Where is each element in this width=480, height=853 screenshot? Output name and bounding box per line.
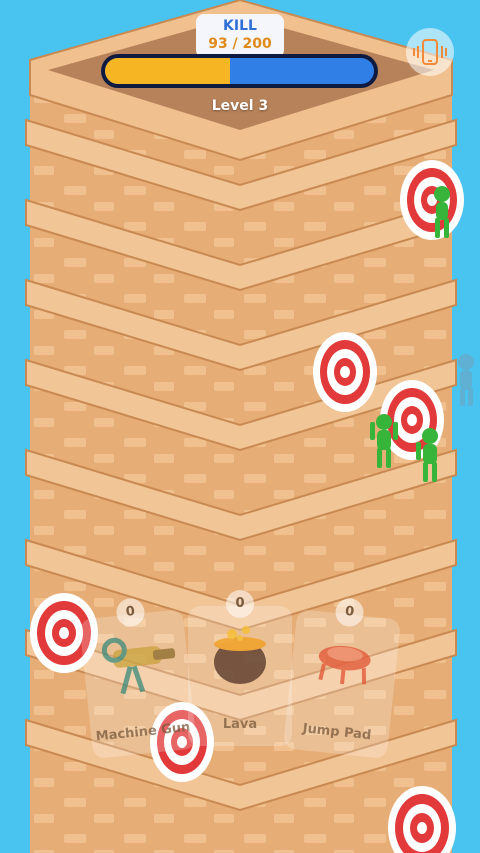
falling-enemy-ghost xyxy=(458,354,474,406)
kill-progress-track xyxy=(105,58,374,84)
wall-target xyxy=(400,160,464,240)
card-label: Lava xyxy=(222,717,258,732)
card-machine-gun[interactable]: 0 Machine Gun xyxy=(78,597,198,760)
kill-counter-panel: KILL 93 / 200 xyxy=(196,14,284,58)
kill-label: KILL xyxy=(223,18,257,34)
kill-progress-fill xyxy=(105,58,231,84)
card-jump-pad[interactable]: 0 Jump Pad xyxy=(282,597,402,760)
lava-cauldron-icon xyxy=(214,626,266,684)
vibration-toggle-button[interactable] xyxy=(406,28,454,76)
card-label: Jump Pad xyxy=(301,721,372,744)
kill-count: 93 / 200 xyxy=(208,36,272,52)
phone-vibrate-icon xyxy=(413,39,447,65)
card-lava[interactable]: 0 Lava xyxy=(188,590,292,746)
kill-progress-bar xyxy=(101,54,378,88)
card-label: Machine Gun xyxy=(95,719,192,745)
wall-target xyxy=(313,332,377,412)
card-count-badge: 0 xyxy=(226,590,254,618)
level-label: Level 3 xyxy=(211,98,269,114)
